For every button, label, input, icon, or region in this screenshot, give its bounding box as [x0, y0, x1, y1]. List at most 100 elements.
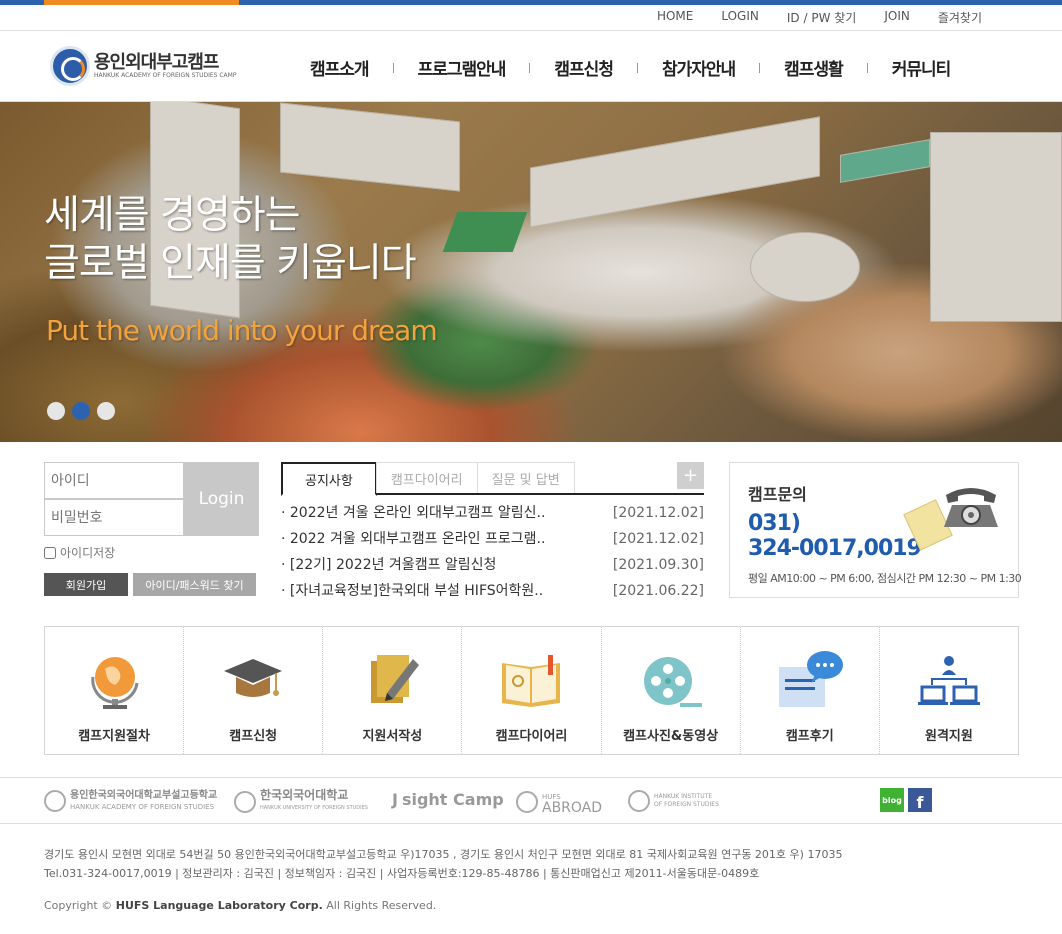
quick-camp-apply[interactable]: 캠프신청 — [184, 627, 324, 754]
family-site-hifs[interactable]: HANKUK INSTITUTE OF FOREIGN STUDIES — [628, 790, 719, 812]
save-id-checkbox[interactable] — [44, 546, 56, 559]
remote-network-icon — [917, 656, 980, 705]
copyright-suffix: All Rights Reserved. — [326, 899, 437, 912]
contact-hours: 평일 AM10:00 ~ PM 6:00, 점심시간 PM 12:30 ~ PM… — [748, 572, 1022, 585]
hufs-name-kr: 한국외국어대학교 — [260, 788, 349, 802]
blog-icon[interactable]: blog — [880, 788, 904, 812]
quick-application-form[interactable]: 지원서작성 — [323, 627, 463, 754]
nav-divider — [759, 62, 761, 73]
nav-camp-intro[interactable]: 캠프소개 — [310, 55, 370, 80]
quick-label: 원격지원 — [924, 729, 973, 744]
site-logo[interactable]: 용인외대부고캠프 HANKUK ACADEMY OF FOREIGN STUDI… — [50, 46, 236, 86]
graduation-cap-icon — [224, 659, 283, 697]
notice-title: · 2022년 겨울 온라인 외대부고캠프 알림신.. — [281, 505, 546, 521]
slide-indicators — [47, 402, 115, 420]
facebook-icon[interactable]: f — [908, 788, 932, 812]
quick-label: 캠프후기 — [785, 729, 834, 744]
hufs-abroad-emblem-icon — [516, 791, 538, 813]
contact-phone: 031) 324-0017,0019 — [748, 511, 922, 561]
notice-title: · [22기] 2022년 겨울캠프 알림신청 — [281, 557, 497, 573]
find-idpw-button[interactable]: 아이디/패스워드 찾기 — [133, 573, 256, 596]
film-reel-icon — [643, 657, 702, 707]
pencil-document-icon — [371, 655, 420, 703]
nav-divider — [636, 62, 638, 73]
quick-label: 지원서작성 — [362, 729, 423, 744]
util-login-link[interactable]: LOGIN — [721, 9, 759, 26]
nav-divider — [529, 62, 531, 73]
util-join-link[interactable]: JOIN — [884, 9, 910, 26]
list-item[interactable]: · [자녀교육정보]한국외대 부설 HIFS어학원.. [2021.06.22] — [281, 578, 704, 604]
nav-participant-info[interactable]: 참가자안내 — [662, 55, 736, 80]
list-item[interactable]: · 2022년 겨울 온라인 외대부고캠프 알림신.. [2021.12.02] — [281, 500, 704, 526]
globe-icon — [91, 657, 139, 709]
logo-name-kr: 용인외대부고캠프 — [94, 52, 219, 73]
login-button[interactable]: Login — [184, 462, 259, 536]
nav-divider — [392, 62, 394, 73]
family-site-hafs[interactable]: 용인한국외국어대학교부설고등학교 HANKUK ACADEMY OF FOREIG… — [44, 790, 217, 812]
save-id-label: 아이디저장 — [60, 546, 116, 560]
hufs-abroad-name: ABROAD — [542, 800, 603, 816]
utility-bar: HOME LOGIN ID / PW 찾기 JOIN 즐겨찾기 — [0, 5, 1062, 31]
hafs-name-en: HANKUK ACADEMY OF FOREIGN STUDIES — [70, 803, 215, 811]
hifs-name-a: HANKUK INSTITUTE — [654, 793, 713, 800]
password-input[interactable] — [44, 499, 184, 536]
family-site-sightcamp[interactable]: Jsight Camp — [392, 790, 504, 809]
list-item[interactable]: · [22기] 2022년 겨울캠프 알림신청 [2021.09.30] — [281, 552, 704, 578]
hero-headline-2: 글로벌 인재를 키웁니다 — [44, 241, 417, 286]
nav-divider — [866, 62, 868, 73]
quick-label: 캠프다이어리 — [495, 729, 568, 744]
nav-camp-apply[interactable]: 캠프신청 — [554, 55, 614, 80]
nav-community[interactable]: 커뮤니티 — [892, 55, 952, 80]
campus-building — [530, 116, 820, 228]
sns-links: blog f — [880, 788, 932, 812]
hero-slogan: Put the world into your dream — [46, 314, 438, 347]
notice-date: [2021.06.22] — [612, 583, 704, 599]
campus-rotunda — [750, 232, 860, 302]
family-sites-bar: 용인한국외국어대학교부설고등학교 HANKUK ACADEMY OF FOREIG… — [0, 777, 1062, 824]
tab-notice[interactable]: 공지사항 — [281, 462, 377, 496]
speech-bubble-icon — [778, 651, 843, 707]
quick-remote-support[interactable]: 원격지원 — [880, 627, 1018, 754]
tab-qna[interactable]: 질문 및 답변 — [476, 462, 575, 493]
campus-building — [930, 132, 1062, 322]
quick-label: 캠프신청 — [229, 729, 278, 744]
hafs-emblem-icon — [44, 790, 66, 812]
util-bookmark-link[interactable]: 즐겨찾기 — [938, 9, 982, 26]
family-site-hufs-abroad[interactable]: HUFS ABROAD — [516, 790, 603, 816]
family-site-hufs[interactable]: 한국외국어대학교 HANKUK UNIVERSITY OF FOREIGN STU… — [234, 788, 368, 813]
util-home-link[interactable]: HOME — [657, 9, 693, 26]
telephone-icon — [944, 488, 998, 527]
slide-dot-3[interactable] — [97, 402, 115, 420]
nav-program-info[interactable]: 프로그램안내 — [418, 55, 507, 80]
slide-dot-2[interactable] — [72, 402, 90, 420]
quick-camp-procedure[interactable]: 캠프지원절차 — [45, 627, 185, 754]
quick-menu: 캠프지원절차 캠프신청 지원서작성 캠프다이어리 캠프사진&동영상 캠프후기 원… — [44, 626, 1019, 755]
notice-date: [2021.09.30] — [612, 557, 704, 573]
footer-address: 경기도 용인시 모현면 외대로 54번길 50 용인한국외국어대학교부설고등학교… — [44, 845, 842, 883]
util-find-idpw-link[interactable]: ID / PW 찾기 — [787, 9, 856, 26]
notice-date: [2021.12.02] — [612, 505, 704, 521]
more-button[interactable]: + — [677, 462, 704, 489]
board-tabs: 공지사항 캠프다이어리 질문 및 답변 + — [281, 462, 704, 496]
hifs-emblem-icon — [628, 790, 650, 812]
hufs-emblem-icon — [234, 790, 256, 813]
notice-title: · [자녀교육정보]한국외대 부설 HIFS어학원.. — [281, 583, 544, 599]
list-item[interactable]: · 2022 겨울 외대부고캠프 온라인 프로그램.. [2021.12.02] — [281, 526, 704, 552]
hifs-name-b: OF FOREIGN STUDIES — [654, 801, 719, 808]
sightcamp-logo: sight Camp — [401, 790, 504, 809]
copyright-org: HUFS Language Laboratory Corp. — [115, 899, 323, 912]
footer-address-line-1: 경기도 용인시 모현면 외대로 54번길 50 용인한국외국어대학교부설고등학교… — [44, 848, 843, 861]
save-id-option[interactable]: 아이디저장 — [44, 544, 259, 561]
slide-dot-1[interactable] — [47, 402, 65, 420]
login-box: Login 아이디저장 회원가입 아이디/패스워드 찾기 — [44, 462, 259, 596]
nav-camp-life[interactable]: 캠프생활 — [784, 55, 844, 80]
tab-camp-diary[interactable]: 캠프다이어리 — [375, 462, 478, 493]
camp-contact-box: 캠프문의 031) 324-0017,0019 평일 AM10:00 ~ PM 6… — [729, 462, 1022, 598]
quick-camp-diary[interactable]: 캠프다이어리 — [462, 627, 602, 754]
main-nav: 캠프소개 프로그램안내 캠프신청 참가자안내 캠프생활 커뮤니티 — [310, 55, 952, 80]
quick-photos-videos[interactable]: 캠프사진&동영상 — [602, 627, 741, 754]
join-button[interactable]: 회원가입 — [44, 573, 128, 596]
campus-building-roof — [840, 139, 930, 183]
id-input[interactable] — [44, 462, 184, 499]
quick-camp-reviews[interactable]: 캠프후기 — [741, 627, 880, 754]
